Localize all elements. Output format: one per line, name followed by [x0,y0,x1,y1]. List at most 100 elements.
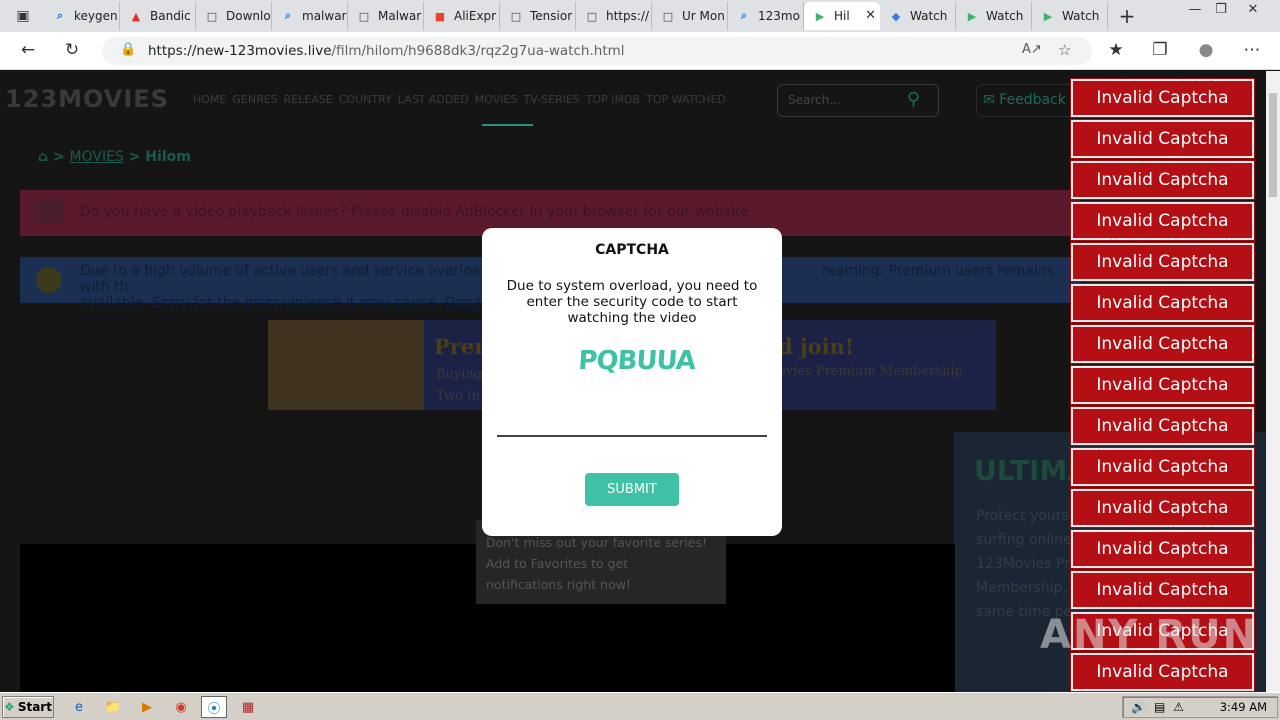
windows-taskbar: ❖ Start e 📁 ▶ ◉ ⦿ ▦ 🔊 ▤ ⚠ 3:49 AM [0,692,1280,720]
feedback-button[interactable]: ✉ Feedback [976,84,1076,117]
favorites-icon[interactable]: ★ [1104,40,1128,60]
browser-tab[interactable]: □ Downlo [196,2,272,30]
captcha-modal: CAPTCHA Due to system overload, you need… [482,228,782,536]
browser-tab[interactable]: □ https:// [576,2,652,30]
close-window-button[interactable]: ✕ [1242,2,1264,17]
play-icon: ▶ [1043,9,1053,23]
close-tab-icon[interactable]: ✕ [865,8,876,23]
browser-tab[interactable]: ⌕ 123mo [728,2,804,30]
more-menu-icon[interactable]: ⋯ [1240,40,1264,60]
restore-button[interactable]: ❐ [1210,2,1232,17]
browser-tab[interactable]: ▶ Hil ✕ [804,2,880,30]
nav-item[interactable]: MOVIES [475,93,518,106]
tab-label: AliExpr [454,9,497,23]
folder-icon[interactable]: 📁 [100,696,126,718]
profile-avatar-icon[interactable]: ● [1194,40,1218,60]
browser-tab[interactable]: ⌕ malwar [272,2,348,30]
donate-link[interactable]: Donat [445,295,487,311]
volume-icon[interactable]: 🔊 [1131,700,1146,714]
tab-label: Watch [910,9,948,23]
site-search-placeholder[interactable]: Search... [788,93,841,107]
refresh-icon[interactable]: ↻ [60,40,84,60]
read-aloud-icon[interactable]: A↗ [1022,42,1042,57]
breadcrumb-movies-link[interactable]: MOVIES [70,149,124,165]
invalid-captcha-notification[interactable]: Invalid Captcha [1070,242,1255,282]
add-favorite-icon[interactable]: ☆ [1058,41,1071,59]
start-button[interactable]: ❖ Start [2,696,54,718]
security-icon[interactable]: ⚠ [1173,700,1184,714]
page-icon: □ [510,9,522,23]
side-ad-line: Membership, [976,580,1067,596]
invalid-captcha-notification[interactable]: Invalid Captcha [1070,529,1255,569]
tab-actions-icon[interactable]: ▣ [8,5,38,27]
invalid-captcha-notification[interactable]: Invalid Captcha [1070,78,1255,118]
minimize-button[interactable]: — [1184,2,1206,17]
drop-icon: ◆ [891,9,901,23]
invalid-captcha-notification[interactable]: Invalid Captcha [1070,324,1255,364]
captcha-input[interactable] [497,413,767,437]
edge-icon[interactable]: ⦿ [201,696,227,718]
side-ad-line: Protect yours [976,508,1069,524]
nav-item[interactable]: TOP IMDB [586,93,640,106]
ie-icon[interactable]: e [66,696,92,718]
invalid-captcha-notification[interactable]: Invalid Captcha [1070,406,1255,446]
tab-label: Watch [1062,9,1100,23]
nav-item[interactable]: TV-SERIES [523,93,579,106]
browser-tab[interactable]: □ Ur Mon [652,2,728,30]
browser-tab[interactable]: ▶ Watch [1032,2,1108,30]
browser-tab[interactable]: ■ AliExpr [424,2,500,30]
tab-label: keygen [74,9,118,23]
invalid-captcha-notification[interactable]: Invalid Captcha [1070,365,1255,405]
nav-item[interactable]: TOP WATCHED [646,93,726,106]
invalid-captcha-notification[interactable]: Invalid Captcha [1070,570,1255,610]
page-scrollbar[interactable] [1266,71,1280,692]
invalid-captcha-notification[interactable]: Invalid Captcha [1070,488,1255,528]
lock-icon[interactable]: 🔒 [120,42,136,57]
breadcrumb-current: Hilom [145,149,191,165]
invalid-captcha-notification[interactable]: Invalid Captcha [1070,283,1255,323]
tab-label: Hil [834,9,850,23]
invalid-captcha-notification[interactable]: Invalid Captcha [1070,652,1255,692]
nav-item[interactable]: HOME [193,93,226,106]
invalid-captcha-notification[interactable]: Invalid Captcha [1070,160,1255,200]
submit-button[interactable]: SUBMIT [585,473,679,506]
nav-item[interactable]: LAST ADDED [398,93,469,106]
browser-tab[interactable]: □ Malwar [348,2,424,30]
bulb-icon [36,267,62,293]
scrollbar-thumb[interactable] [1269,93,1277,197]
browser-tab[interactable]: ◆ Watch [880,2,956,30]
page-icon: □ [206,9,218,23]
browser-tab[interactable]: ⌕ keygen [44,2,120,30]
url-text[interactable]: https://new-123movies.live/film/hilom/h9… [148,43,625,59]
nav-item[interactable]: COUNTRY [339,93,392,106]
search-icon: ⌕ [740,9,748,22]
address-bar[interactable]: 🔒 https://new-123movies.live/film/hilom/… [102,37,1092,65]
tab-label: 123mo [758,9,800,23]
tab-label: Tensior [530,9,573,23]
invalid-captcha-notification[interactable]: Invalid Captcha [1070,447,1255,487]
invalid-captcha-notification[interactable]: Invalid Captcha [1070,119,1255,159]
browser-tab[interactable]: ▶ Watch [956,2,1032,30]
search-icon: ⌕ [284,9,292,22]
site-search-box[interactable]: Search... ⚲ [777,84,939,117]
search-icon[interactable]: ⚲ [907,89,920,110]
aliexpress-icon: ■ [434,9,446,23]
browser-tab[interactable]: □ Tensior [500,2,576,30]
nav-item[interactable]: RELEASE [284,93,333,106]
back-arrow-icon[interactable]: ← [16,40,40,60]
site-nav: HOME GENRES RELEASE COUNTRY LAST ADDED MOVIES… [193,93,726,106]
browser-tab[interactable]: ▲ Bandic [120,2,196,30]
clock: 3:49 AM [1219,700,1267,714]
media-player-icon[interactable]: ▶ [134,696,160,718]
banner-sub-left: Buying Two in [436,367,483,404]
new-tab-button[interactable]: + [1116,4,1138,28]
nav-item[interactable]: GENRES [232,93,277,106]
chrome-icon[interactable]: ◉ [168,696,194,718]
site-logo[interactable]: 123MOVIES [5,85,169,113]
winrar-icon[interactable]: ▦ [235,696,261,718]
home-icon[interactable]: ⌂ [38,149,48,165]
collections-icon[interactable]: ❐ [1148,40,1172,60]
network-icon[interactable]: ▤ [1154,700,1165,714]
invalid-captcha-notification[interactable]: Invalid Captcha [1070,201,1255,241]
tab-label: Bandic [150,9,191,23]
